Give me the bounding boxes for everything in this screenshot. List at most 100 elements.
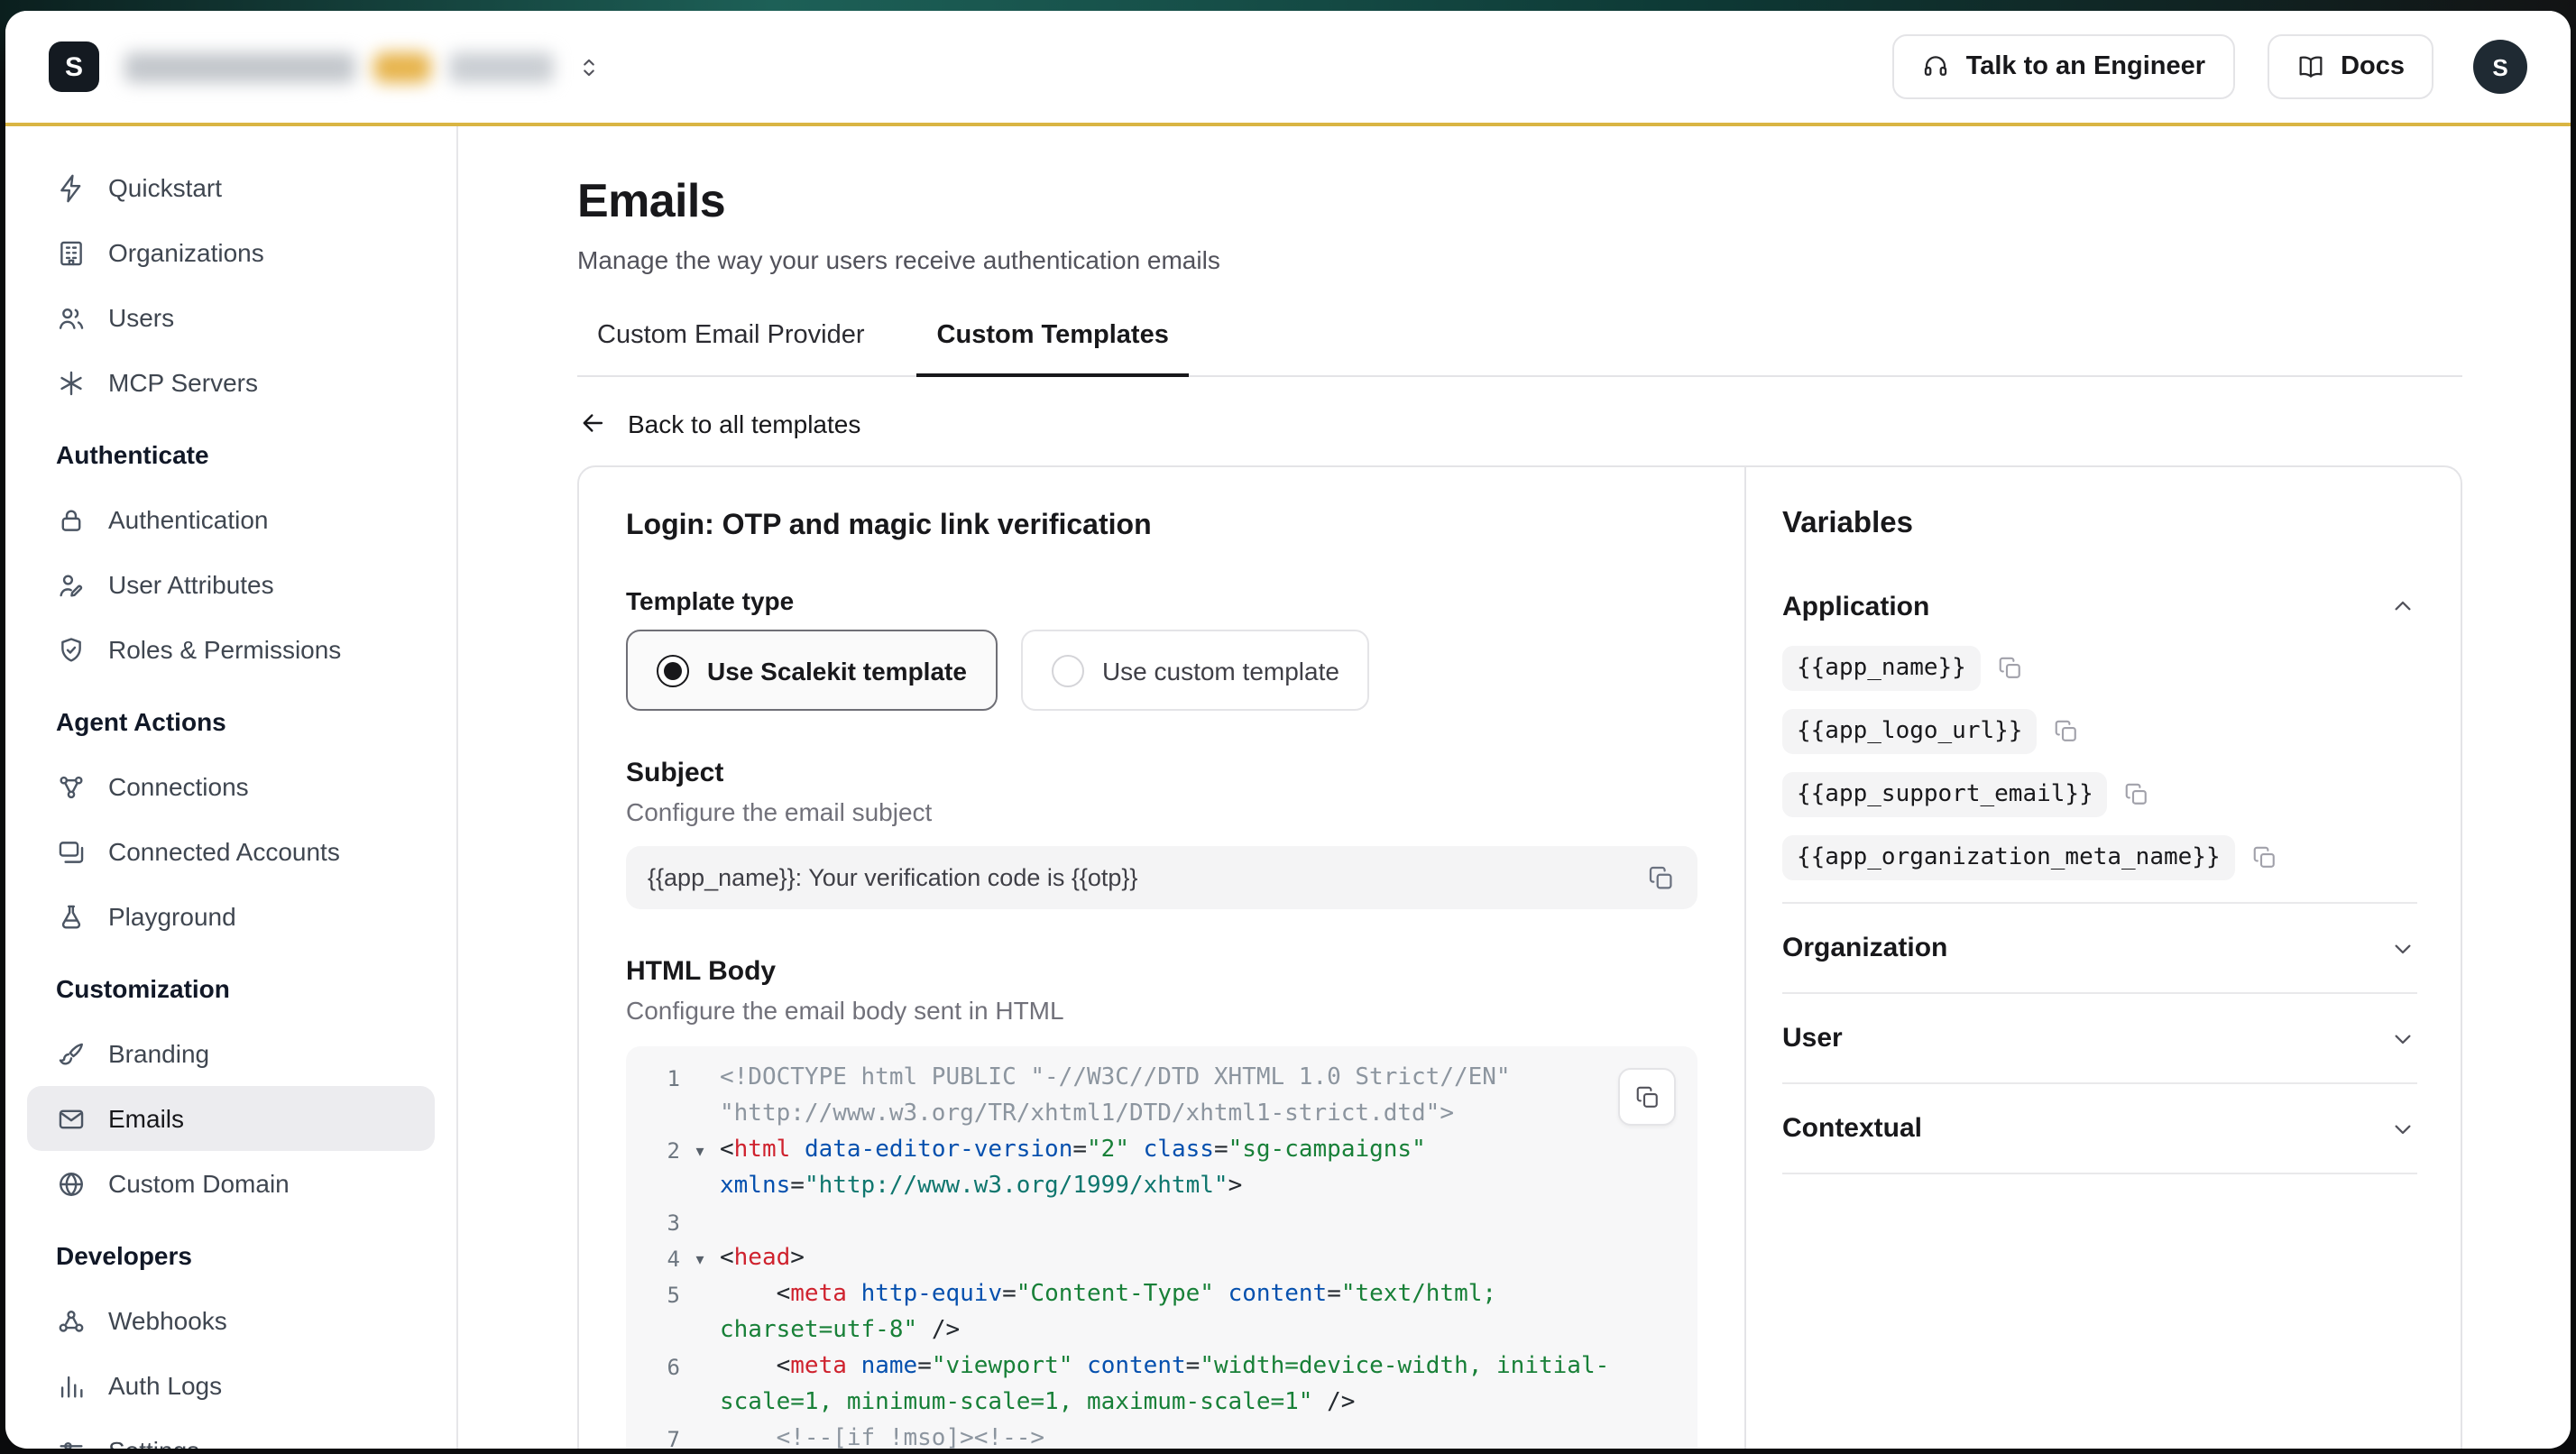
sidebar-item-settings[interactable]: Settings [27, 1418, 435, 1449]
variables-panel: Variables Application {{app_name}} {{app_l… [1744, 467, 2461, 1449]
sidebar-item-organizations[interactable]: Organizations [27, 220, 435, 285]
user-edit-icon [56, 569, 87, 600]
tab-custom-email-provider[interactable]: Custom Email Provider [577, 321, 885, 375]
workspace-badge-redacted [373, 51, 431, 82]
sidebar-item-label: Users [108, 303, 174, 332]
fold-icon: ▾ [680, 1133, 720, 1169]
sidebar-item-user-attributes[interactable]: User Attributes [27, 552, 435, 617]
option-label: Use Scalekit template [707, 656, 967, 685]
user-avatar[interactable]: S [2473, 40, 2527, 94]
back-link[interactable]: Back to all templates [577, 408, 2462, 438]
variable-row: {{app_support_email}} [1782, 772, 2417, 817]
variables-section-organization[interactable]: Organization [1782, 902, 2417, 992]
option-use-custom-template[interactable]: Use custom template [1021, 630, 1370, 711]
workspace-switcher[interactable] [124, 51, 603, 82]
variable-chip[interactable]: {{app_name}} [1782, 646, 1981, 691]
sidebar-item-auth-logs[interactable]: Auth Logs [27, 1353, 435, 1418]
line-number: 2 [626, 1133, 680, 1169]
globe-icon [56, 1168, 87, 1199]
copy-icon [1633, 1083, 1661, 1110]
app-window: S Talk to an Engineer Docs S Quic [5, 11, 2571, 1449]
line-number: 1 [626, 1061, 680, 1097]
copy-icon[interactable] [2251, 844, 2278, 871]
option-label: Use custom template [1102, 656, 1339, 685]
talk-to-engineer-button[interactable]: Talk to an Engineer [1892, 34, 2234, 99]
variables-body: Application {{app_name}} {{app_logo_url}} {… [1782, 541, 2417, 1174]
sidebar-group-label: Authenticate [5, 422, 456, 487]
variables-section-user[interactable]: User [1782, 992, 2417, 1082]
variable-chip[interactable]: {{app_organization_meta_name}} [1782, 835, 2235, 880]
code-line: 5 <meta http-equiv="Content-Type" conten… [626, 1277, 1676, 1349]
divider [1782, 1173, 2417, 1174]
sidebar-item-label: Playground [108, 902, 236, 931]
subject-desc: Configure the email subject [626, 797, 1697, 826]
sidebar-item-emails[interactable]: Emails [27, 1086, 435, 1151]
radio-icon [1052, 654, 1084, 686]
sidebar-item-label: Authentication [108, 505, 268, 534]
code-line: 3 [626, 1205, 1676, 1241]
brush-icon [56, 1038, 87, 1069]
code-line: 7 <!--[if !mso]><!--> [626, 1422, 1676, 1449]
sidebar-item-label: Webhooks [108, 1306, 227, 1335]
users-icon [56, 302, 87, 333]
sidebar-item-connected-accounts[interactable]: Connected Accounts [27, 819, 435, 884]
book-icon [2295, 52, 2324, 81]
app-header: S Talk to an Engineer Docs S [5, 11, 2571, 126]
variables-heading: Variables [1782, 507, 2417, 541]
template-type-label: Template type [626, 586, 1697, 615]
editor-copy-button[interactable] [1618, 1068, 1676, 1126]
lightning-icon [56, 172, 87, 203]
template-heading: Login: OTP and magic link verification [626, 511, 1697, 543]
template-pane: Login: OTP and magic link verification T… [579, 467, 1744, 1449]
flask-icon [56, 901, 87, 932]
subject-input[interactable]: {{app_name}}: Your verification code is … [626, 846, 1697, 909]
sidebar-item-connections[interactable]: Connections [27, 754, 435, 819]
tabs: Custom Email Provider Custom Templates [577, 321, 2462, 377]
tab-custom-templates[interactable]: Custom Templates [917, 321, 1189, 377]
sidebar-item-users[interactable]: Users [27, 285, 435, 350]
line-number: 3 [626, 1205, 680, 1241]
code-line: 6 <meta name="viewport" content="width=d… [626, 1349, 1676, 1422]
sidebar-item-playground[interactable]: Playground [27, 884, 435, 949]
sidebar-item-mcp-servers[interactable]: MCP Servers [27, 350, 435, 415]
page-title: Emails [577, 173, 2462, 229]
sidebar-item-roles-permissions[interactable]: Roles & Permissions [27, 617, 435, 682]
variable-row: {{app_organization_meta_name}} [1782, 835, 2417, 880]
html-body-desc: Configure the email body sent in HTML [626, 996, 1697, 1025]
workspace-env-redacted [449, 51, 554, 82]
stack-icon [56, 836, 87, 867]
sidebar-item-custom-domain[interactable]: Custom Domain [27, 1151, 435, 1216]
sidebar-item-webhooks[interactable]: Webhooks [27, 1288, 435, 1353]
sidebar-item-label: Connected Accounts [108, 837, 340, 866]
line-number: 7 [626, 1422, 680, 1449]
variable-chip[interactable]: {{app_logo_url}} [1782, 709, 2037, 754]
subject-value: {{app_name}}: Your verification code is … [648, 864, 1629, 891]
sliders-icon [56, 1435, 87, 1449]
code-text: <meta name="viewport" content="width=dev… [720, 1349, 1676, 1422]
option-use-scalekit-template[interactable]: Use Scalekit template [626, 630, 998, 711]
variable-chip[interactable]: {{app_support_email}} [1782, 772, 2108, 817]
html-body-label: HTML Body [626, 956, 1697, 987]
code-text: <!DOCTYPE html PUBLIC "-//W3C//DTD XHTML… [720, 1061, 1676, 1133]
lock-icon [56, 504, 87, 535]
sidebar-nav: QuickstartOrganizations Users MCP Servers A… [5, 126, 458, 1449]
desktop-background: S Talk to an Engineer Docs S Quic [0, 0, 2576, 1454]
sidebar-item-quickstart[interactable]: Quickstart [27, 155, 435, 220]
building-icon [56, 237, 87, 268]
copy-icon[interactable] [1997, 655, 2024, 682]
bar-chart-icon [56, 1370, 87, 1401]
code-text: <!--[if !mso]><!--> [720, 1422, 1676, 1449]
html-body-editor[interactable]: 1 <!DOCTYPE html PUBLIC "-//W3C//DTD XHTM… [626, 1046, 1697, 1449]
copy-icon[interactable] [2124, 781, 2151, 808]
docs-button[interactable]: Docs [2267, 34, 2433, 99]
selector-updown-icon [575, 53, 603, 80]
variables-section-contextual[interactable]: Contextual [1782, 1082, 2417, 1173]
variables-section-application[interactable]: Application [1782, 584, 2417, 628]
copy-icon[interactable] [2053, 718, 2080, 745]
sidebar-item-branding[interactable]: Branding [27, 1021, 435, 1086]
sidebar-item-authentication[interactable]: Authentication [27, 487, 435, 552]
app-body: QuickstartOrganizations Users MCP Servers A… [5, 126, 2571, 1449]
back-label: Back to all templates [628, 409, 860, 437]
copy-icon[interactable] [1647, 863, 1676, 892]
code-line: 1 <!DOCTYPE html PUBLIC "-//W3C//DTD XHTM… [626, 1061, 1676, 1133]
